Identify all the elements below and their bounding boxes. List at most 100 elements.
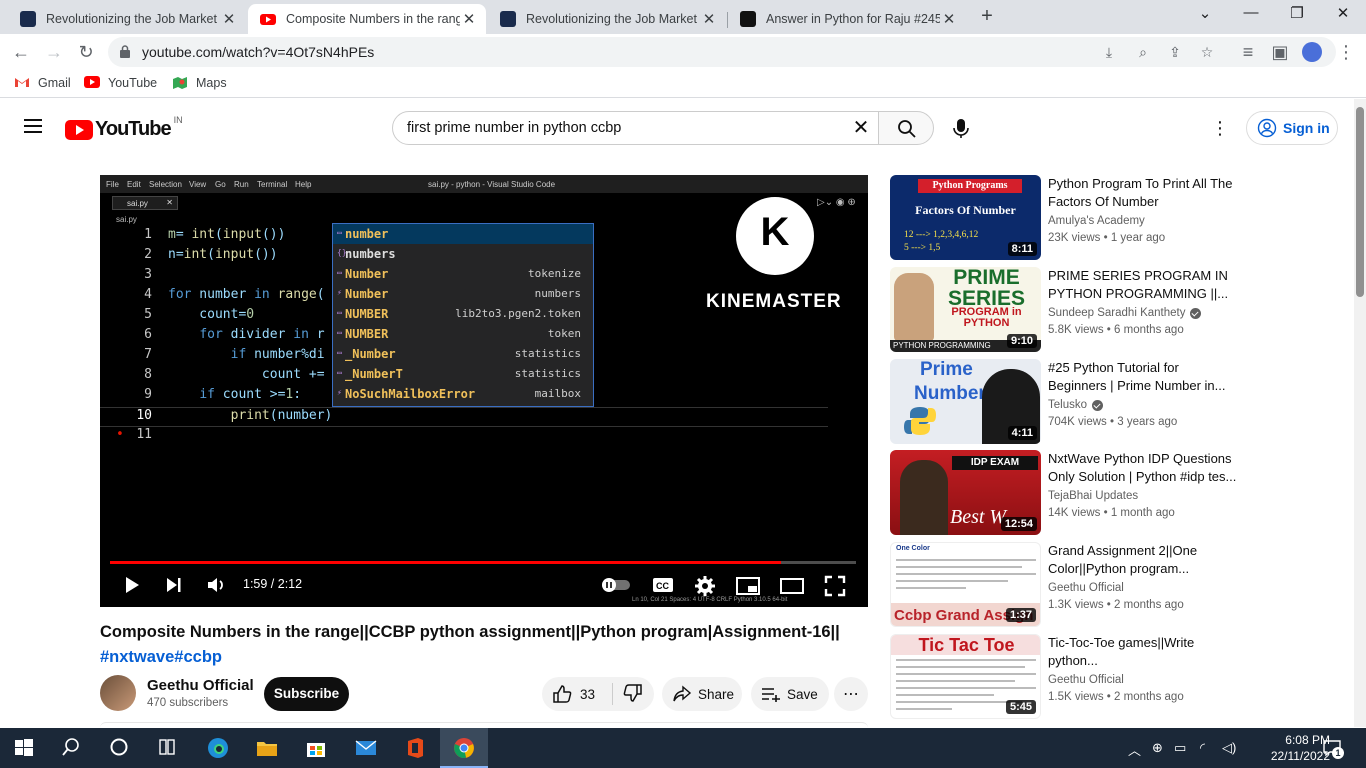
thumbs-down-icon (623, 683, 642, 702)
bookmark-gmail[interactable]: Gmail (14, 76, 71, 90)
network-status-icon[interactable]: ⊕ (1152, 740, 1163, 756)
like-button[interactable]: 33 (542, 684, 612, 704)
close-tab-icon[interactable]: ✕ (940, 10, 958, 28)
clear-search-icon[interactable]: ✕ (850, 117, 872, 139)
profile-avatar[interactable] (1302, 42, 1322, 62)
recommendation-channel[interactable]: Geethu Official (1048, 674, 1124, 686)
recommendation-channel[interactable]: Sundeep Saradhi Kanthety (1048, 307, 1202, 319)
new-tab-button[interactable]: + (976, 6, 998, 28)
address-bar[interactable]: youtube.com/watch?v=4Ot7sN4hPEs ⤓ ⌕ ⇪ ☆ (108, 37, 1336, 67)
recommendation-thumbnail[interactable]: IDP EXAM Best W 12:54 (890, 450, 1041, 535)
forward-icon[interactable]: → (42, 40, 66, 64)
recommendation-item[interactable]: PRIME SERIES PROGRAM in PYTHON PYTHON PR… (890, 267, 1350, 353)
recommendation-item[interactable]: Tic Tac Toe 5:45 Tic-Toc-Toe games||Writ… (890, 634, 1350, 720)
more-actions-button[interactable]: ⋯ (834, 677, 868, 711)
speaker-icon[interactable]: ◁) (1222, 740, 1236, 756)
subscribe-button[interactable]: Subscribe (264, 677, 349, 711)
video-progress-bar[interactable] (110, 561, 856, 564)
recommendation-thumbnail[interactable]: Prime Number 4:11 (890, 359, 1041, 444)
taskbar-chrome-active[interactable] (440, 728, 488, 768)
youtube-wordmark: YouTube (95, 118, 172, 140)
action-center-button[interactable]: 1 (1322, 738, 1344, 759)
recommendation-item[interactable]: One Color Ccbp Grand Assign 1:37 Grand A… (890, 542, 1350, 628)
notification-count: 1 (1332, 747, 1344, 759)
taskbar-office[interactable] (403, 736, 427, 760)
store-icon (307, 743, 325, 757)
bookmark-youtube[interactable]: YouTube (84, 76, 157, 90)
tab-search-icon[interactable]: ⌄ (1182, 4, 1228, 22)
recommendation-thumbnail[interactable]: PRIME SERIES PROGRAM in PYTHON PYTHON PR… (890, 267, 1041, 352)
recommendation-thumbnail[interactable]: Python Programs Factors Of Number 12 ---… (890, 175, 1041, 260)
recommendation-title[interactable]: #25 Python Tutorial for Beginners | Prim… (1048, 359, 1238, 395)
recommendation-title[interactable]: Python Program To Print All The Factors … (1048, 175, 1238, 211)
taskbar-file-explorer[interactable] (255, 736, 279, 760)
reading-list-icon[interactable]: ≡ (1236, 40, 1260, 64)
video-duration: 8:11 (1007, 242, 1037, 256)
recommendation-item[interactable]: Python Programs Factors Of Number 12 ---… (890, 175, 1350, 261)
zoom-icon[interactable]: ⌕ (1134, 43, 1152, 61)
reload-icon[interactable]: ↻ (74, 40, 98, 64)
save-button[interactable]: Save (751, 677, 829, 711)
taskbar-edge[interactable] (206, 736, 230, 760)
share-page-icon[interactable]: ⇪ (1166, 43, 1184, 61)
side-panel-icon[interactable]: ▣ (1268, 40, 1292, 64)
recommendation-item[interactable]: Prime Number 4:11 #25 Python Tutorial fo… (890, 359, 1350, 445)
recommendation-channel[interactable]: TejaBhai Updates (1048, 490, 1138, 502)
recommendation-channel[interactable]: Telusko (1048, 399, 1103, 411)
recommendation-channel[interactable]: Geethu Official (1048, 582, 1124, 594)
close-tab-icon[interactable]: ✕ (220, 10, 238, 28)
scrollbar-thumb[interactable] (1356, 107, 1364, 297)
thumb-tag: PROGRAM in PYTHON (951, 306, 1022, 329)
windows-start-button[interactable] (12, 736, 36, 760)
close-tab-icon[interactable]: ✕ (460, 10, 478, 28)
search-button[interactable] (878, 111, 934, 145)
battery-icon[interactable]: ▭ (1174, 740, 1186, 756)
cortana-button[interactable] (108, 736, 132, 760)
video-player[interactable]: File Edit Selection View Go Run Terminal… (100, 175, 868, 607)
tab-revolutionizing-1[interactable]: Revolutionizing the Job Market | ✕ (8, 4, 246, 34)
video-hashtags[interactable]: #nxtwave#ccbp (100, 645, 860, 670)
minimize-button[interactable]: — (1228, 4, 1274, 21)
back-icon[interactable]: ← (9, 40, 33, 64)
tab-answer-python[interactable]: Answer in Python for Raju #2451 ✕ (728, 4, 966, 34)
sign-in-button[interactable]: Sign in (1246, 111, 1338, 145)
search-input[interactable]: first prime number in python ccbp (392, 111, 879, 145)
show-hidden-icons[interactable]: ︿ (1128, 740, 1141, 759)
captions-button[interactable]: CC (652, 577, 674, 598)
tab-composite-numbers[interactable]: Composite Numbers in the range ✕ (248, 4, 486, 34)
browser-tab-strip: Revolutionizing the Job Market | ✕ Compo… (0, 0, 1366, 34)
close-tab-icon[interactable]: ✕ (700, 10, 718, 28)
page-scrollbar[interactable] (1354, 99, 1366, 727)
voice-search-button[interactable] (944, 111, 978, 145)
chrome-menu-icon[interactable]: ⋮ (1334, 40, 1358, 64)
hamburger-menu-icon[interactable] (24, 119, 42, 133)
youtube-logo[interactable]: YouTube IN (65, 115, 183, 141)
channel-avatar[interactable] (100, 675, 136, 711)
recommendation-title[interactable]: NxtWave Python IDP Questions Only Soluti… (1048, 450, 1238, 486)
close-window-button[interactable]: ✕ (1320, 4, 1366, 22)
settings-menu-icon[interactable]: ⋮ (1210, 117, 1230, 139)
recommendation-title[interactable]: Tic-Toc-Toe games||Write python... (1048, 634, 1238, 670)
share-button[interactable]: Share (662, 677, 742, 711)
wifi-icon[interactable]: ◜ (1200, 740, 1205, 756)
recommendation-thumbnail[interactable]: Tic Tac Toe 5:45 (890, 634, 1041, 719)
taskbar-store[interactable] (304, 736, 328, 760)
dislike-button[interactable] (613, 683, 643, 706)
taskbar-search-button[interactable] (60, 736, 84, 760)
recommendation-title[interactable]: Grand Assignment 2||One Color||Python pr… (1048, 542, 1238, 578)
autoplay-toggle[interactable] (600, 577, 632, 598)
save-label: Save (787, 686, 818, 702)
recommendation-title[interactable]: PRIME SERIES PROGRAM IN PYTHON PROGRAMMI… (1048, 267, 1238, 303)
recommendation-thumbnail[interactable]: One Color Ccbp Grand Assign 1:37 (890, 542, 1041, 627)
restore-button[interactable]: ❐ (1274, 4, 1320, 22)
install-app-icon[interactable]: ⤓ (1100, 43, 1118, 61)
tab-revolutionizing-2[interactable]: Revolutionizing the Job Market | ✕ (488, 4, 726, 34)
bookmark-star-icon[interactable]: ☆ (1198, 43, 1216, 61)
recommendation-channel[interactable]: Amulya's Academy (1048, 215, 1145, 227)
taskbar-mail[interactable] (354, 736, 378, 760)
recommendation-item[interactable]: IDP EXAM Best W 12:54 NxtWave Python IDP… (890, 450, 1350, 536)
task-view-button[interactable] (156, 736, 180, 760)
bookmark-maps[interactable]: Maps (172, 76, 227, 90)
channel-name[interactable]: Geethu Official (147, 677, 254, 694)
system-clock[interactable]: 6:08 PM 22/11/2022 (1270, 732, 1330, 764)
